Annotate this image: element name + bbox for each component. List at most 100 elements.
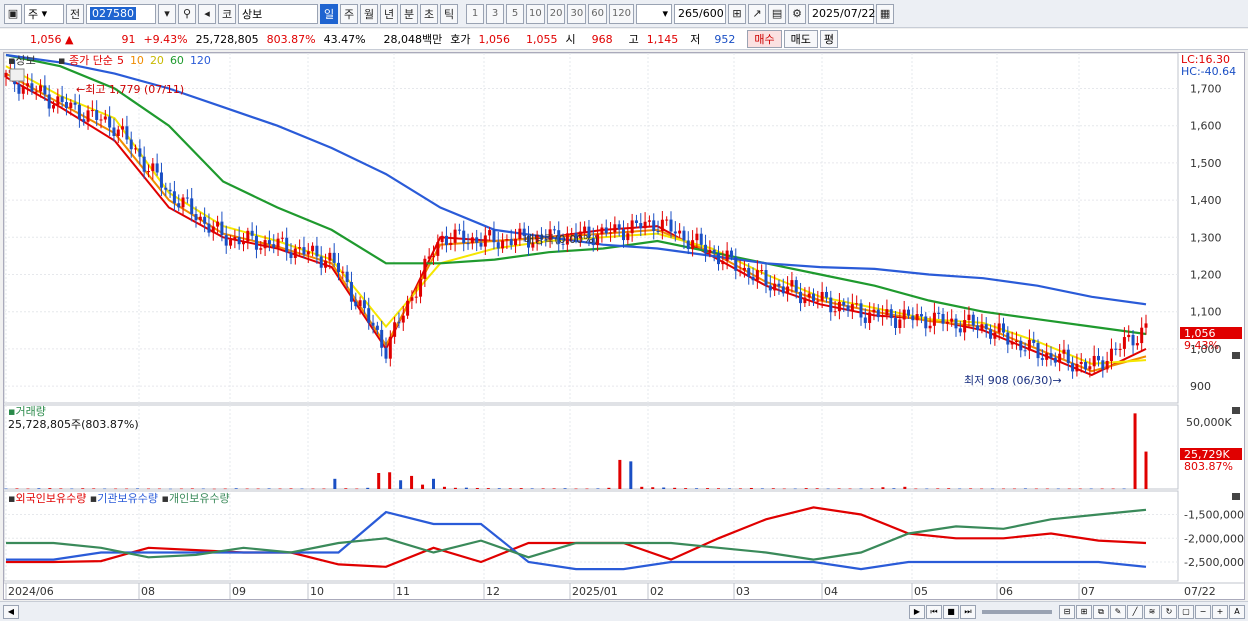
candle-body: [833, 311, 837, 313]
calendar-icon[interactable]: ▦: [876, 3, 895, 24]
chart-area[interactable]: ▪상보 ▪ 종가 단순 5 10 20 60 120 LC:16.30 HC:-40.64…: [3, 52, 1245, 600]
candle-type-icon[interactable]: ⊞: [728, 3, 747, 24]
period-second[interactable]: 초: [420, 3, 438, 24]
refresh-icon[interactable]: ↻: [1161, 604, 1177, 619]
candle-body: [289, 252, 293, 258]
scroll-left-icon[interactable]: ◀: [3, 604, 19, 619]
pen-icon[interactable]: ✎: [1110, 604, 1126, 619]
candle-body: [691, 240, 695, 250]
candle-body: [1101, 360, 1105, 370]
holding-close-icon[interactable]: [1232, 493, 1240, 500]
interval-5[interactable]: 5: [506, 3, 524, 24]
volume-bar: [212, 488, 216, 490]
hc-label: HC:-40.64: [1181, 65, 1236, 78]
table-icon[interactable]: [9, 68, 25, 82]
zoom-slider[interactable]: [982, 609, 1052, 614]
candle-body: [371, 322, 375, 326]
zoom-out-icon[interactable]: −: [1195, 604, 1211, 619]
volume-close-icon[interactable]: [1232, 407, 1240, 414]
holding-ytick: -2,000,000: [1184, 532, 1244, 545]
jeon-button[interactable]: 전: [66, 3, 84, 24]
candle-body: [699, 233, 703, 245]
candle-body: [518, 228, 522, 239]
sell-button[interactable]: 매도: [783, 30, 818, 48]
volume-bar: [552, 488, 556, 489]
stock-name-field[interactable]: 상보: [238, 3, 318, 24]
period-minute[interactable]: 분: [400, 3, 418, 24]
copy-icon[interactable]: ⧉: [1093, 604, 1109, 619]
volume-bar: [607, 487, 611, 489]
bottom-scrollbar[interactable]: ◀ ▶ ⏮ ■ ⏭ ⊟ ⊞ ⧉ ✎ ╱ ≋ ↻ ▢ − + A: [0, 601, 1248, 621]
grid-icon[interactable]: ⊞: [1076, 604, 1092, 619]
line-tool-icon[interactable]: ╱: [1127, 604, 1143, 619]
candle-body: [967, 314, 971, 321]
draw-tool-icon[interactable]: ↗: [748, 3, 767, 24]
save-icon[interactable]: ▤: [768, 3, 787, 24]
candle-body: [1122, 337, 1126, 349]
period-monthly[interactable]: 월: [360, 3, 378, 24]
volume-bar: [925, 488, 929, 490]
candle-body: [194, 214, 198, 221]
interval-1[interactable]: 1: [466, 3, 484, 24]
chart-window: ▣ 주 ▾ 전 027580 ▾ ⚲ ◂ 코 상보 일 주 월 년 분 초 틱 …: [0, 0, 1248, 621]
lock-icon[interactable]: ▢: [1178, 604, 1194, 619]
candle-body: [375, 325, 379, 330]
period-tick[interactable]: 틱: [440, 3, 458, 24]
market-select[interactable]: 주 ▾: [24, 3, 64, 24]
scroll-right-icon[interactable]: ▶: [909, 604, 925, 619]
interval-120[interactable]: 120: [608, 3, 635, 24]
stop-icon[interactable]: ■: [943, 604, 959, 619]
period-yearly[interactable]: 년: [380, 3, 398, 24]
candle-body: [108, 116, 112, 128]
volume-bar: [1056, 488, 1060, 490]
candle-body: [786, 286, 790, 294]
buy-button[interactable]: 매수: [747, 30, 782, 48]
interval-30[interactable]: 30: [567, 3, 587, 24]
candle-body: [932, 312, 936, 326]
count-field[interactable]: 265/600: [674, 3, 727, 24]
rewind-icon[interactable]: ⏮: [926, 604, 942, 619]
font-icon[interactable]: A: [1229, 604, 1245, 619]
window-icon[interactable]: ▣: [4, 3, 22, 24]
volume-bar: [333, 478, 337, 489]
fib-tool-icon[interactable]: ≋: [1144, 604, 1160, 619]
price-ytick: 1,000: [1190, 343, 1222, 356]
period-daily[interactable]: 일: [320, 3, 338, 24]
candle-body: [103, 116, 107, 120]
speaker-icon[interactable]: ◂: [198, 3, 216, 24]
volume-bar: [749, 487, 753, 489]
candle-body: [501, 240, 505, 249]
interval-custom-input[interactable]: ▾: [636, 3, 673, 24]
candle-body: [907, 309, 910, 316]
candle-body: [807, 293, 811, 298]
chart-svg[interactable]: ▪상보 ▪ 종가 단순 5 10 20 60 120 LC:16.30 HC:-40.64…: [3, 52, 1244, 599]
volume-bar: [958, 488, 962, 490]
price-close-icon[interactable]: [1232, 352, 1240, 359]
candle-body: [427, 256, 431, 259]
forward-icon[interactable]: ⏭: [960, 604, 976, 619]
candle-body: [777, 283, 781, 287]
volume-bar: [4, 488, 8, 490]
candle-body: [229, 239, 233, 246]
interval-20[interactable]: 20: [546, 3, 566, 24]
candle-body: [1058, 353, 1062, 363]
eval-button[interactable]: 평: [819, 30, 839, 48]
gear-icon[interactable]: ⚙: [788, 3, 807, 24]
code-input[interactable]: 027580: [86, 3, 156, 24]
interval-10[interactable]: 10: [526, 3, 545, 24]
search-icon[interactable]: ⚲: [178, 3, 196, 24]
x-label: 11: [396, 585, 410, 598]
candle-body: [1014, 340, 1018, 342]
date-field[interactable]: 2025/07/22: [808, 3, 875, 24]
zoom-in-icon[interactable]: +: [1212, 604, 1228, 619]
volume-bar: [410, 475, 414, 489]
layout-icon[interactable]: ⊟: [1059, 604, 1075, 619]
dropdown-icon[interactable]: ▾: [158, 3, 176, 24]
interval-60[interactable]: 60: [588, 3, 607, 24]
candle-body: [410, 297, 414, 301]
volume-bar: [596, 488, 600, 489]
candle-body: [669, 219, 673, 232]
interval-3[interactable]: 3: [486, 3, 504, 24]
period-weekly[interactable]: 주: [340, 3, 358, 24]
volume-bar: [388, 472, 392, 489]
